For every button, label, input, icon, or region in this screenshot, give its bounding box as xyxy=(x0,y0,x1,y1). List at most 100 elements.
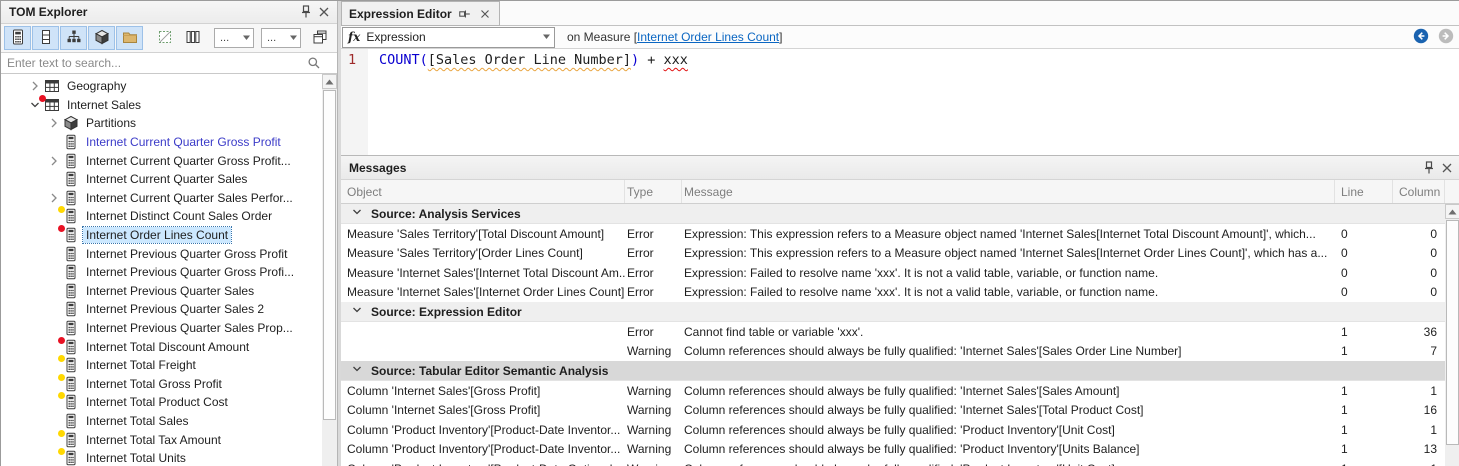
tree-item[interactable]: Internet Previous Quarter Sales Prop... xyxy=(1,319,337,338)
unpin-icon[interactable] xyxy=(458,5,472,23)
chevron-down-icon[interactable] xyxy=(349,204,365,223)
tree-item[interactable]: Partitions xyxy=(1,114,337,133)
message-row[interactable]: Column 'Product Inventory'[Product-Date … xyxy=(341,420,1445,440)
combo-label: ... xyxy=(267,32,289,44)
column-header-column[interactable]: Column xyxy=(1393,180,1445,203)
pin-icon[interactable] xyxy=(1420,159,1438,177)
message-group-label: Source: Analysis Services xyxy=(371,207,521,221)
message-row[interactable]: WarningColumn references should always b… xyxy=(341,342,1445,362)
tree-item[interactable]: Internet Total Discount Amount xyxy=(1,337,337,356)
tree-item[interactable]: Internet Total Freight xyxy=(1,356,337,375)
column-header-message[interactable]: Message xyxy=(682,180,1335,203)
expander-spacer xyxy=(46,413,62,429)
search-row xyxy=(1,53,337,74)
tree-item[interactable]: Internet Total Product Cost xyxy=(1,393,337,412)
column-view-button[interactable] xyxy=(179,26,206,50)
tree-item[interactable]: Internet Sales xyxy=(1,96,337,115)
expression-type-dropdown[interactable]: fx Expression xyxy=(342,27,555,48)
tree-item-label: Internet Distinct Count Sales Order xyxy=(83,208,275,224)
tom-explorer-panel: TOM Explorer ...... GeographyInternet Sa… xyxy=(1,1,338,466)
message-column: 1 xyxy=(1393,384,1445,398)
message-row[interactable]: Measure 'Sales Territory'[Total Discount… xyxy=(341,224,1445,244)
close-icon[interactable] xyxy=(478,5,492,23)
measure-link[interactable]: Internet Order Lines Count xyxy=(637,30,779,44)
message-row[interactable]: Column 'Internet Sales'[Gross Profit]War… xyxy=(341,401,1445,421)
tree-item[interactable]: Internet Current Quarter Gross Profit... xyxy=(1,151,337,170)
message-group-header[interactable]: Source: Expression Editor xyxy=(341,302,1445,322)
tree-item[interactable]: Internet Total Units xyxy=(1,449,337,466)
measure-icon xyxy=(62,153,79,169)
chevron-right-icon[interactable] xyxy=(46,190,62,206)
tree-item[interactable]: Internet Order Lines Count xyxy=(1,226,337,245)
message-row[interactable]: Measure 'Internet Sales'[Internet Total … xyxy=(341,263,1445,283)
show-hidden-objects-button[interactable] xyxy=(151,26,178,50)
message-row[interactable]: Column 'Product Inventory'[Product-Date … xyxy=(341,459,1445,466)
pin-icon[interactable] xyxy=(297,3,315,21)
tree-item[interactable]: Internet Previous Quarter Sales 2 xyxy=(1,300,337,319)
measure-icon xyxy=(62,208,79,224)
close-icon[interactable] xyxy=(1438,159,1456,177)
tree-item-label: Internet Current Quarter Sales Perfor... xyxy=(83,190,296,206)
column-header-line[interactable]: Line xyxy=(1335,180,1393,203)
message-column: 0 xyxy=(1393,227,1445,241)
tree-item[interactable]: Internet Previous Quarter Gross Profi... xyxy=(1,263,337,282)
message-row[interactable]: Measure 'Sales Territory'[Order Lines Co… xyxy=(341,244,1445,264)
hierarchies-toggle-button[interactable] xyxy=(60,26,87,50)
tree-item[interactable]: Internet Previous Quarter Sales xyxy=(1,282,337,301)
tab-expression-editor[interactable]: Expression Editor xyxy=(341,1,500,26)
message-type: Error xyxy=(625,266,682,280)
filter-combo-2[interactable]: ... xyxy=(261,28,301,48)
search-options-caret-icon[interactable] xyxy=(323,54,333,72)
messages-scrollbar[interactable] xyxy=(1445,204,1459,466)
tree-item[interactable]: Internet Total Tax Amount xyxy=(1,430,337,449)
search-input[interactable] xyxy=(1,53,337,73)
chevron-down-icon[interactable] xyxy=(349,361,365,380)
filter-combo-1[interactable]: ... xyxy=(214,28,254,48)
tree-item[interactable]: Internet Distinct Count Sales Order xyxy=(1,207,337,226)
columns-toggle-button[interactable] xyxy=(32,26,59,50)
measures-toggle-button[interactable] xyxy=(4,26,31,50)
message-row[interactable]: Column 'Product Inventory'[Product-Date … xyxy=(341,440,1445,460)
message-row[interactable]: Measure 'Internet Sales'[Internet Order … xyxy=(341,283,1445,303)
tree-scrollbar[interactable] xyxy=(322,74,337,466)
cube-icon xyxy=(94,29,110,48)
message-line: 1 xyxy=(1335,325,1393,339)
message-group-header[interactable]: Source: Tabular Editor Semantic Analysis xyxy=(341,361,1445,381)
tree-item-label: Internet Total Sales xyxy=(83,413,192,429)
scroll-up-icon[interactable] xyxy=(1445,204,1459,219)
message-row[interactable]: Column 'Internet Sales'[Gross Profit]War… xyxy=(341,381,1445,401)
message-row[interactable]: ErrorCannot find table or variable 'xxx'… xyxy=(341,322,1445,342)
tree-item[interactable]: Internet Current Quarter Sales Perfor... xyxy=(1,189,337,208)
navigate-back-icon[interactable] xyxy=(1413,28,1429,47)
chevron-right-icon[interactable] xyxy=(27,78,43,94)
line-number: 1 xyxy=(348,52,356,68)
code-line[interactable]: COUNT([Sales Order Line Number]) + xxx xyxy=(379,52,688,68)
chevron-down-icon[interactable] xyxy=(349,302,365,321)
column-header-object[interactable]: Object xyxy=(341,180,625,203)
message-column: 1 xyxy=(1393,423,1445,437)
tree-item[interactable]: Geography xyxy=(1,77,337,96)
cascade-windows-button[interactable] xyxy=(306,26,333,50)
tree-item[interactable]: Internet Total Gross Profit xyxy=(1,375,337,394)
tree-item[interactable]: Internet Current Quarter Sales xyxy=(1,170,337,189)
search-icon[interactable] xyxy=(305,54,323,72)
expression-editor-tab-title: Expression Editor xyxy=(349,7,452,21)
partitions-toggle-button[interactable] xyxy=(88,26,115,50)
close-icon[interactable] xyxy=(315,3,333,21)
tree-scrollbar-thumb[interactable] xyxy=(323,90,336,420)
message-object: Column 'Internet Sales'[Gross Profit] xyxy=(341,384,625,398)
column-header-type[interactable]: Type xyxy=(625,180,682,203)
tree-item-label: Internet Total Discount Amount xyxy=(83,339,252,355)
chevron-right-icon[interactable] xyxy=(46,153,62,169)
tree-item[interactable]: Internet Total Sales xyxy=(1,412,337,431)
display-folders-toggle-button[interactable] xyxy=(116,26,143,50)
tree-item[interactable]: Internet Current Quarter Gross Profit xyxy=(1,133,337,152)
scroll-up-icon[interactable] xyxy=(322,74,337,89)
unresolved-token: xxx xyxy=(664,52,688,68)
messages-scrollbar-thumb[interactable] xyxy=(1446,220,1459,445)
fx-icon: fx xyxy=(348,30,360,44)
dax-code-editor[interactable]: 1 COUNT([Sales Order Line Number]) + xxx xyxy=(341,49,1459,155)
chevron-right-icon[interactable] xyxy=(46,115,62,131)
message-group-header[interactable]: Source: Analysis Services xyxy=(341,204,1445,224)
tree-item[interactable]: Internet Previous Quarter Gross Profit xyxy=(1,244,337,263)
